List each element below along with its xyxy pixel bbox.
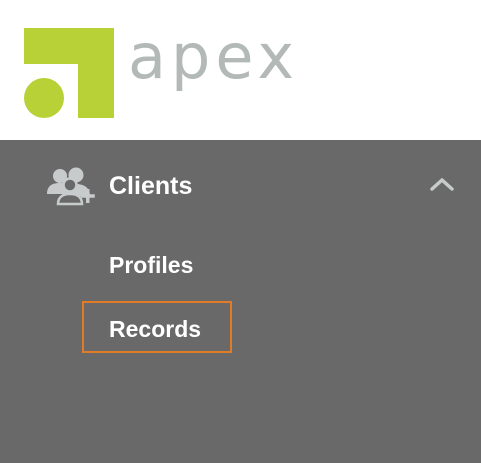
nav-item-profiles[interactable]: Profiles [109, 254, 193, 277]
nav-item-records[interactable]: Records [109, 318, 201, 341]
app-root: apex Clients Profiles Records [0, 0, 481, 463]
users-add-icon [47, 167, 95, 206]
nav-group-label: Clients [109, 172, 193, 200]
chevron-up-icon[interactable] [429, 176, 455, 192]
apex-logo-text: apex [128, 20, 300, 93]
sidebar-nav: Clients Profiles Records [0, 140, 481, 463]
nav-group-clients[interactable]: Clients [0, 165, 481, 215]
apex-logo-mark [24, 28, 114, 118]
header: apex [0, 0, 481, 140]
